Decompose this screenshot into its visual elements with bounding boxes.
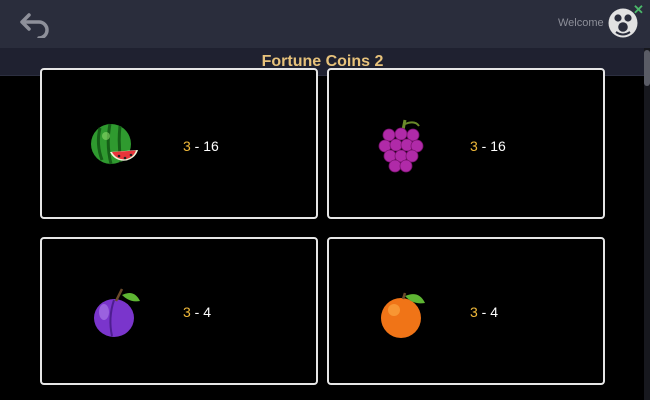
payout-min: 3 xyxy=(470,138,478,154)
grapes-icon xyxy=(378,119,424,173)
symbol-panel-watermelon: 3 - 16 xyxy=(40,68,318,219)
payout-max: 4 xyxy=(203,304,212,320)
close-button[interactable]: ✕ xyxy=(633,3,644,16)
scrollbar-thumb[interactable] xyxy=(644,50,650,86)
symbol-panel-plum: 3 - 4 xyxy=(40,237,318,385)
symbol-panel-grapes: 3 - 16 xyxy=(327,68,605,219)
payout-separator: - xyxy=(477,138,491,154)
watermelon-icon xyxy=(91,123,138,165)
payout-text: 3 - 16 xyxy=(470,138,506,154)
payout-max: 16 xyxy=(490,138,506,154)
payout-min: 3 xyxy=(183,138,191,154)
payout-separator: - xyxy=(190,138,204,154)
payout-max: 4 xyxy=(490,304,499,320)
payout-text: 3 - 4 xyxy=(183,304,211,320)
payout-min: 3 xyxy=(183,304,191,320)
payout-text: 3 - 4 xyxy=(470,304,498,320)
welcome-text: Welcome xyxy=(558,17,604,29)
symbol-panel-orange: 3 - 4 xyxy=(327,237,605,385)
plum-icon xyxy=(94,288,140,337)
payout-min: 3 xyxy=(470,304,478,320)
payout-text: 3 - 16 xyxy=(183,138,219,154)
top-bar: Welcome ✕ xyxy=(0,0,650,48)
payout-separator: - xyxy=(190,304,204,320)
back-arrow-icon[interactable] xyxy=(18,10,52,38)
payout-max: 16 xyxy=(203,138,219,154)
scrollbar[interactable] xyxy=(644,48,650,400)
orange-icon xyxy=(381,292,425,338)
payout-separator: - xyxy=(477,304,491,320)
